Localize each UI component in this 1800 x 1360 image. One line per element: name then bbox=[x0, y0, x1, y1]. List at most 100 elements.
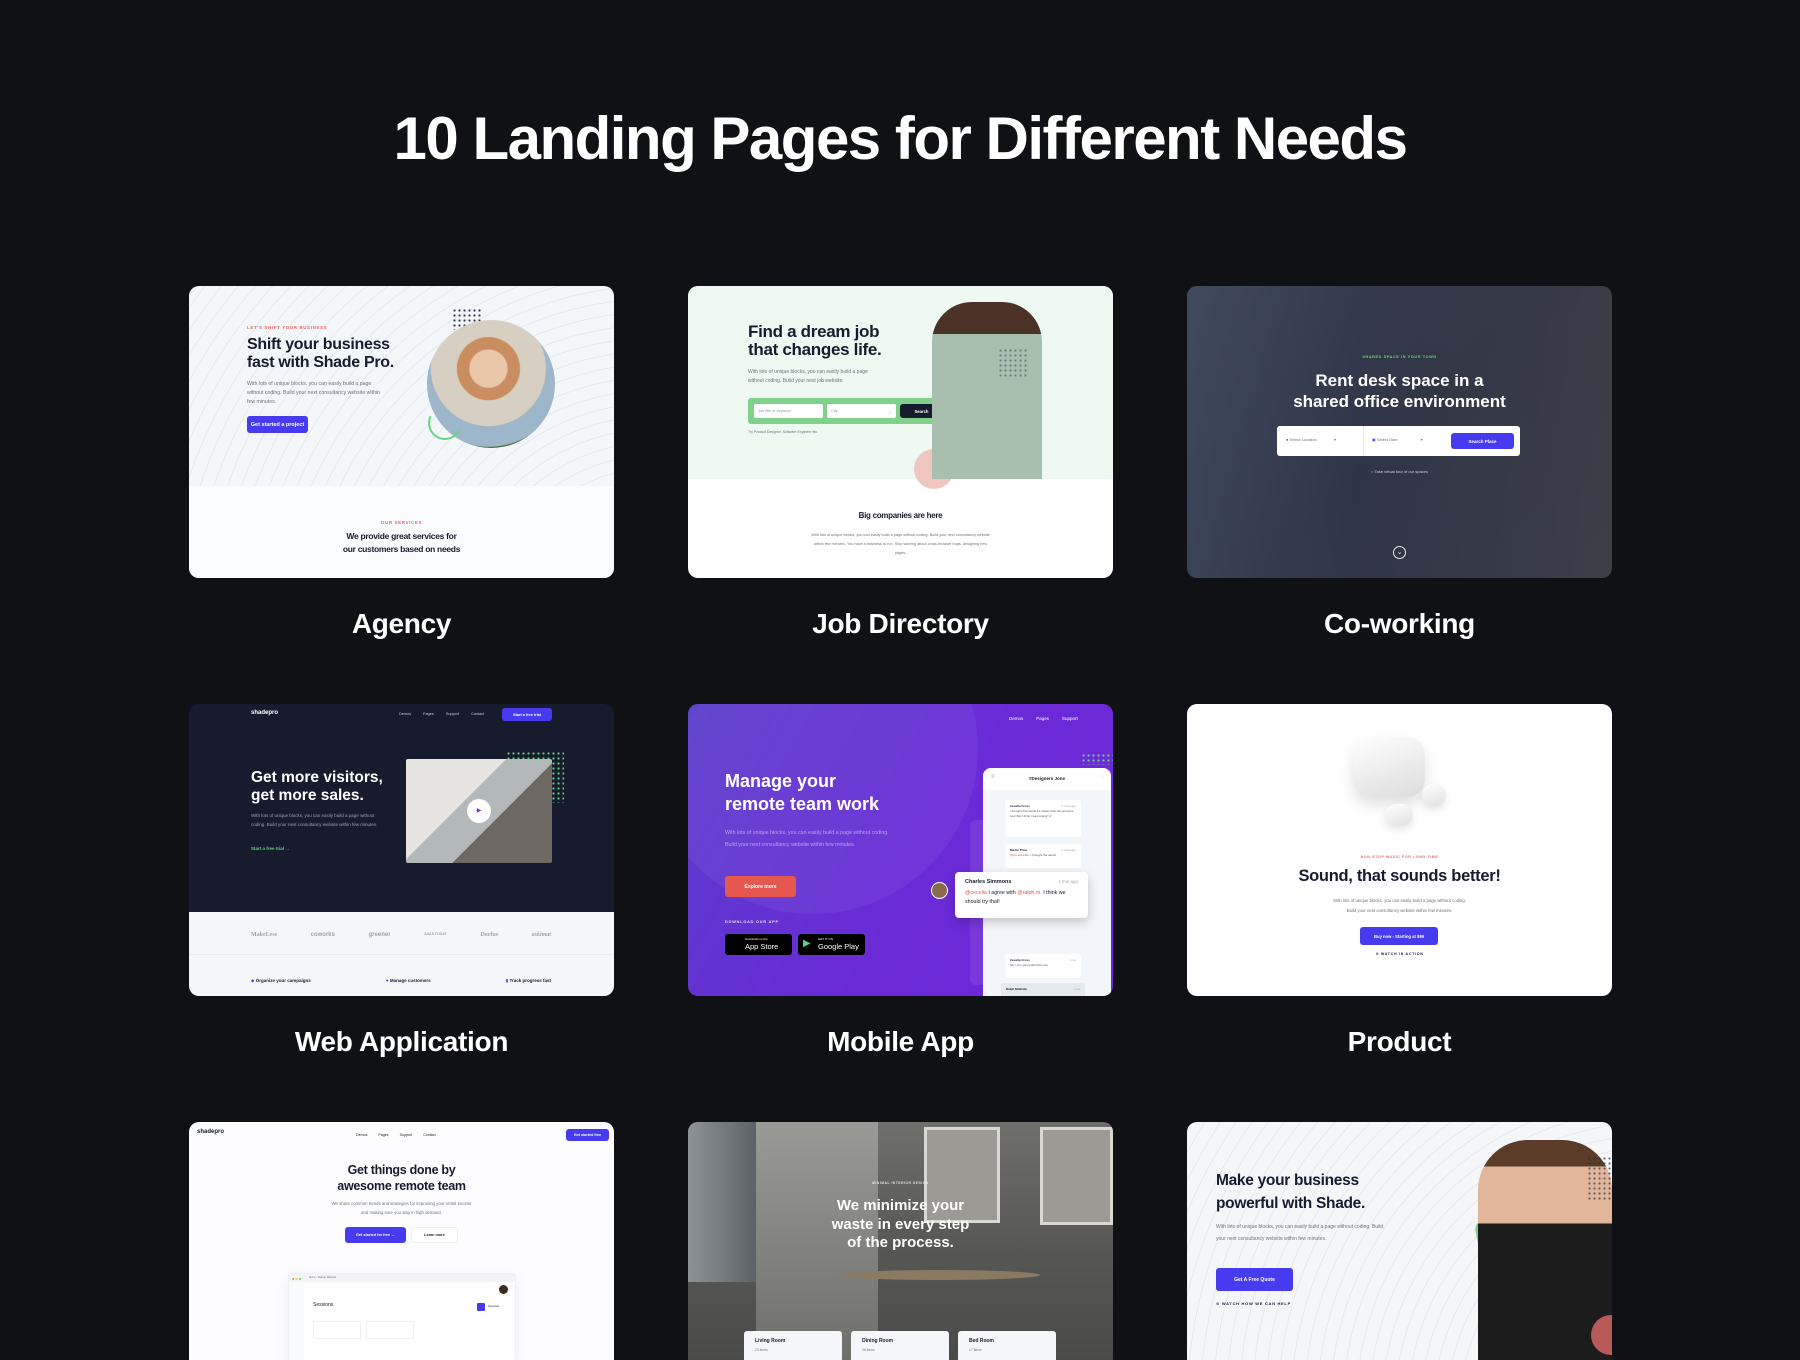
coworking-preview-card[interactable]: SHARED SPACE IN YOUR TOWN Rent desk spac… bbox=[1187, 286, 1612, 578]
product-preview-card[interactable]: NON-STOP MUSIC FOR LONG TIME Sound, that… bbox=[1187, 704, 1612, 996]
nav-support[interactable]: Support bbox=[400, 1133, 413, 1137]
window-controls: ●●● bbox=[292, 1276, 303, 1281]
product-image-earbud bbox=[1385, 804, 1413, 826]
chat-popup: Charles Simmons 1 min ago @cecelia I agre… bbox=[955, 872, 1088, 918]
hero-eyebrow: LET'S SHIFT YOUR BUSINESS bbox=[247, 325, 328, 330]
section-headline: 10 Landing Pages for Different Needs bbox=[0, 104, 1800, 173]
nav-support[interactable]: Support bbox=[446, 712, 459, 716]
nav-demos[interactable]: Demos bbox=[1009, 716, 1023, 721]
start-trial-link[interactable]: Start a free trial → bbox=[251, 846, 290, 851]
scroll-down-icon[interactable]: ⌄ bbox=[1393, 546, 1406, 559]
card-label-job-directory[interactable]: Job Directory bbox=[688, 608, 1113, 640]
forecast-label: Forecast bbox=[488, 1304, 499, 1308]
google-play-badge[interactable]: ▶ GET IT ON Google Play bbox=[798, 934, 865, 955]
top-nav: Demos Pages Support bbox=[1009, 716, 1078, 721]
dining-table bbox=[838, 1270, 1040, 1280]
keyword-input[interactable]: Job title or keyword bbox=[754, 404, 823, 418]
dot-pattern bbox=[1587, 1156, 1612, 1201]
card-label-product[interactable]: Product bbox=[1187, 1026, 1612, 1058]
play-circle-icon: ⊙ bbox=[1216, 1301, 1221, 1306]
card-label-web-application[interactable]: Web Application bbox=[189, 1026, 614, 1058]
nav-pages[interactable]: Pages bbox=[423, 712, 434, 716]
top-nav: Demos Pages Support Contact bbox=[356, 1133, 436, 1137]
bell-icon[interactable]: ◌ bbox=[1101, 774, 1104, 780]
browser-tabbar: ●●● Idiom - Startup Website bbox=[289, 1274, 515, 1282]
divider bbox=[1363, 426, 1364, 456]
room-card[interactable]: Living Room 23 Items bbox=[744, 1331, 842, 1360]
get-started-free-button[interactable]: Get started for free → bbox=[345, 1227, 406, 1243]
play-store-icon: ▶ bbox=[803, 938, 811, 949]
brand-askimat: askimat bbox=[531, 932, 551, 938]
explore-more-button[interactable]: Explore more bbox=[725, 876, 796, 897]
nav-support[interactable]: Support bbox=[1062, 716, 1078, 721]
layers-icon: ◆ bbox=[251, 978, 255, 983]
consulting-preview-card[interactable]: Make your business powerful with Shade. W… bbox=[1187, 1122, 1612, 1360]
booking-bar: ● Select Location ▾ ▣ Select Date ▾ Sear… bbox=[1277, 426, 1520, 456]
date-select[interactable]: ▣ Select Date ▾ bbox=[1372, 437, 1423, 442]
nav-pages[interactable]: Pages bbox=[378, 1133, 388, 1137]
services-section: OUR SERVICES We provide great services f… bbox=[189, 486, 614, 578]
virtual-tour-link[interactable]: ○ Take virtual tour of our spaces bbox=[1187, 469, 1612, 474]
dashboard-mockup: ●●● Idiom - Startup Website Sessions For… bbox=[288, 1273, 516, 1360]
saas-preview-card[interactable]: shadepro Demos Pages Support Contact Get… bbox=[189, 1122, 614, 1360]
watch-in-action-link[interactable]: ⊙ WATCH IN ACTION bbox=[1187, 952, 1612, 956]
watch-how-link[interactable]: ⊙ WATCH HOW WE CAN HELP bbox=[1216, 1301, 1291, 1306]
feature-item: ● Manage customers bbox=[385, 978, 431, 983]
dot-pattern bbox=[998, 348, 1028, 378]
stat-card bbox=[366, 1321, 414, 1339]
browser-tab: Idiom - Startup Website bbox=[309, 1276, 337, 1279]
play-icon: ○ bbox=[1371, 469, 1374, 474]
chat-header: ≡ #Designers Jone ◌ bbox=[983, 768, 1111, 790]
city-select[interactable]: City ⌄ bbox=[827, 404, 896, 418]
play-button-icon[interactable]: ▶ bbox=[467, 799, 491, 823]
room-card[interactable]: Bed Room 17 Items bbox=[958, 1331, 1056, 1360]
hero-title: Get more visitors, get more sales. bbox=[251, 769, 383, 804]
get-free-quote-button[interactable]: Get A Free Quote bbox=[1216, 1268, 1293, 1291]
hero-title: Manage your remote team work bbox=[725, 771, 880, 814]
buy-now-button[interactable]: Buy now - Starting at $99 bbox=[1360, 927, 1438, 945]
hero-body: With lots of unique blocks, you can easi… bbox=[1333, 898, 1466, 913]
web-application-preview-card[interactable]: shadepro Demos Pages Support Contact Sta… bbox=[189, 704, 614, 996]
hero-body: With lots of unique blocks, you can easi… bbox=[725, 830, 889, 848]
interior-preview-card[interactable]: MINIMAL INTERIOR DESIGN We minimize your… bbox=[688, 1122, 1113, 1360]
video-thumbnail[interactable]: ▶ bbox=[406, 759, 552, 863]
nav-demos[interactable]: Demos bbox=[356, 1133, 367, 1137]
brand-logos: MakeLess coworks greener SAAS TODAY Dorf… bbox=[251, 932, 551, 938]
stat-card bbox=[313, 1321, 361, 1339]
hero-eyebrow: NON-STOP MUSIC FOR LONG TIME bbox=[1360, 855, 1439, 859]
app-store-badge[interactable]: Download on the App Store bbox=[725, 934, 792, 955]
feature-item: ▮ Track progress fast bbox=[505, 978, 551, 983]
hero-body: We share common trends and strategies fo… bbox=[331, 1201, 472, 1215]
nav-pages[interactable]: Pages bbox=[1036, 716, 1049, 721]
hero-title: Shift your business fast with Shade Pro. bbox=[247, 336, 394, 371]
hero-title: Make your business powerful with Shade. bbox=[1216, 1172, 1366, 1212]
avatar bbox=[931, 882, 948, 899]
room-card[interactable]: Dining Room 36 Items bbox=[851, 1331, 949, 1360]
top-nav: Demos Pages Support Contact bbox=[399, 712, 484, 716]
nav-contact[interactable]: Contact bbox=[471, 712, 484, 716]
hero-eyebrow: SHARED SPACE IN YOUR TOWN bbox=[1362, 355, 1437, 359]
location-select[interactable]: ● Select Location ▾ bbox=[1286, 437, 1336, 442]
product-image-earbud bbox=[1422, 784, 1446, 806]
nav-demos[interactable]: Demos bbox=[399, 712, 411, 716]
nav-contact[interactable]: Contact bbox=[423, 1133, 435, 1137]
play-circle-icon: ⊙ bbox=[1375, 952, 1380, 956]
search-place-button[interactable]: Search Place bbox=[1451, 433, 1514, 449]
get-started-nav-button[interactable]: Get started free bbox=[566, 1129, 609, 1141]
start-trial-nav-button[interactable]: Start a free trial bbox=[502, 708, 552, 721]
mobile-app-preview-card[interactable]: Demos Pages Support Manage your remote te… bbox=[688, 704, 1113, 996]
learn-more-button[interactable]: Learn more bbox=[411, 1227, 458, 1243]
card-label-coworking[interactable]: Co-working bbox=[1187, 608, 1612, 640]
card-label-mobile-app[interactable]: Mobile App bbox=[688, 1026, 1113, 1058]
hero-body: With lots of unique blocks, you can easi… bbox=[1216, 1224, 1384, 1242]
divider bbox=[189, 954, 614, 955]
search-hint: Try Product Designer, Software Engineer … bbox=[748, 430, 819, 434]
headline-rest: for Different Needs bbox=[879, 105, 1408, 172]
hero-portrait bbox=[932, 302, 1042, 479]
card-label-agency[interactable]: Agency bbox=[189, 608, 614, 640]
agency-preview-card[interactable]: LET'S SHIFT YOUR BUSINESS Shift your bus… bbox=[189, 286, 614, 578]
chat-message: Ralph McBride now bbox=[1001, 983, 1085, 996]
user-icon: ● bbox=[385, 978, 389, 983]
get-started-button[interactable]: Get started a project bbox=[247, 416, 308, 433]
job-directory-preview-card[interactable]: Find a dream job that changes life. With … bbox=[688, 286, 1113, 578]
